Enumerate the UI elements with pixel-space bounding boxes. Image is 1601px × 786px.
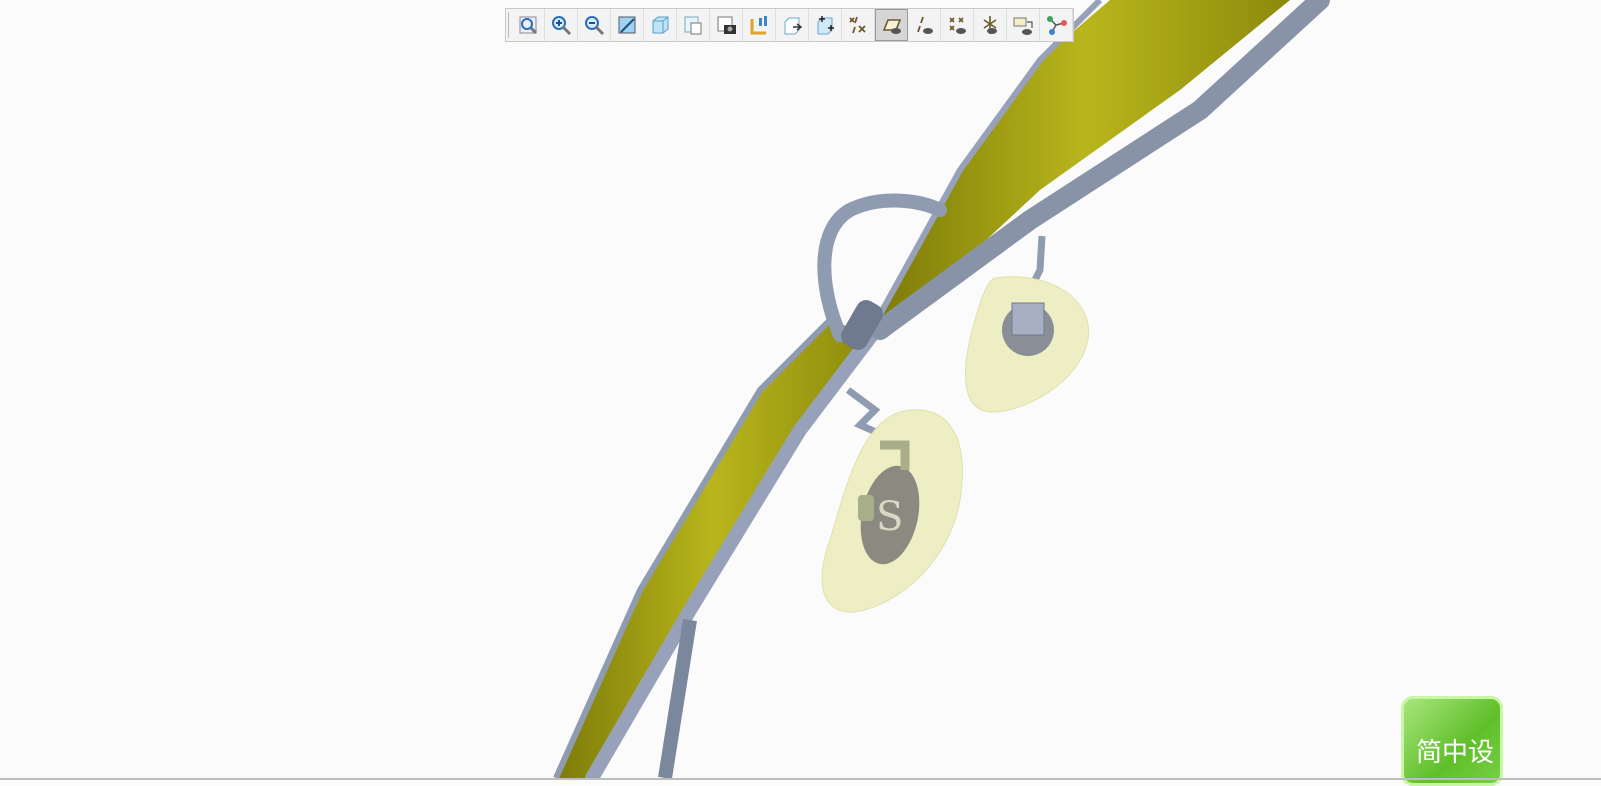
saved-orientations-icon <box>684 16 702 35</box>
zoom-in-icon <box>552 16 572 36</box>
view-manager-button[interactable] <box>710 9 743 41</box>
zoom-out-icon <box>585 16 605 36</box>
display-style-button[interactable] <box>644 9 677 41</box>
repaint-icon <box>618 16 636 34</box>
csys-tag-icon <box>983 16 997 34</box>
graphics-toolbar <box>505 8 1074 42</box>
ime-indicator[interactable]: 简中设 <box>1401 696 1503 786</box>
axis-tag-display-button[interactable] <box>908 9 941 41</box>
point-tag-display-button[interactable] <box>941 9 974 41</box>
zoom-in-button[interactable] <box>545 9 578 41</box>
spin-center-display-icon <box>1047 16 1067 35</box>
annotation-display-button[interactable] <box>1007 9 1040 41</box>
plane-tag-icon <box>882 19 901 34</box>
repaint-button[interactable] <box>611 9 644 41</box>
view-manager-icon <box>717 16 736 34</box>
spin-center-icon <box>817 16 834 35</box>
plane-tag-display-button[interactable] <box>875 9 908 41</box>
csys-tag-display-button[interactable] <box>974 9 1007 41</box>
refit-icon <box>519 16 538 35</box>
glasses-model: S <box>553 0 1330 778</box>
datum-display-filters-button[interactable] <box>842 9 875 41</box>
zoom-out-button[interactable] <box>578 9 611 41</box>
spin-center-button[interactable] <box>809 9 842 41</box>
nosepad-logo: S <box>876 494 903 540</box>
ime-text: 简中设 <box>1416 738 1495 768</box>
plane-display-icon <box>750 16 767 35</box>
right-lens <box>880 0 1290 320</box>
point-tag-icon <box>949 17 966 34</box>
spin-center-display-button[interactable] <box>1040 9 1073 41</box>
toolbar-grip[interactable] <box>508 12 511 38</box>
3d-model-viewport[interactable]: S <box>0 0 1601 778</box>
reorient-view-button[interactable] <box>776 9 809 41</box>
reorient-icon <box>784 17 803 35</box>
annotation-display-icon <box>1013 17 1033 35</box>
datum-filters-icon <box>849 16 866 34</box>
refit-button[interactable] <box>512 9 545 41</box>
saved-orientations-button[interactable] <box>677 9 710 41</box>
display-style-icon <box>652 16 669 34</box>
axis-tag-icon <box>917 16 933 34</box>
plane-display-button[interactable] <box>743 9 776 41</box>
